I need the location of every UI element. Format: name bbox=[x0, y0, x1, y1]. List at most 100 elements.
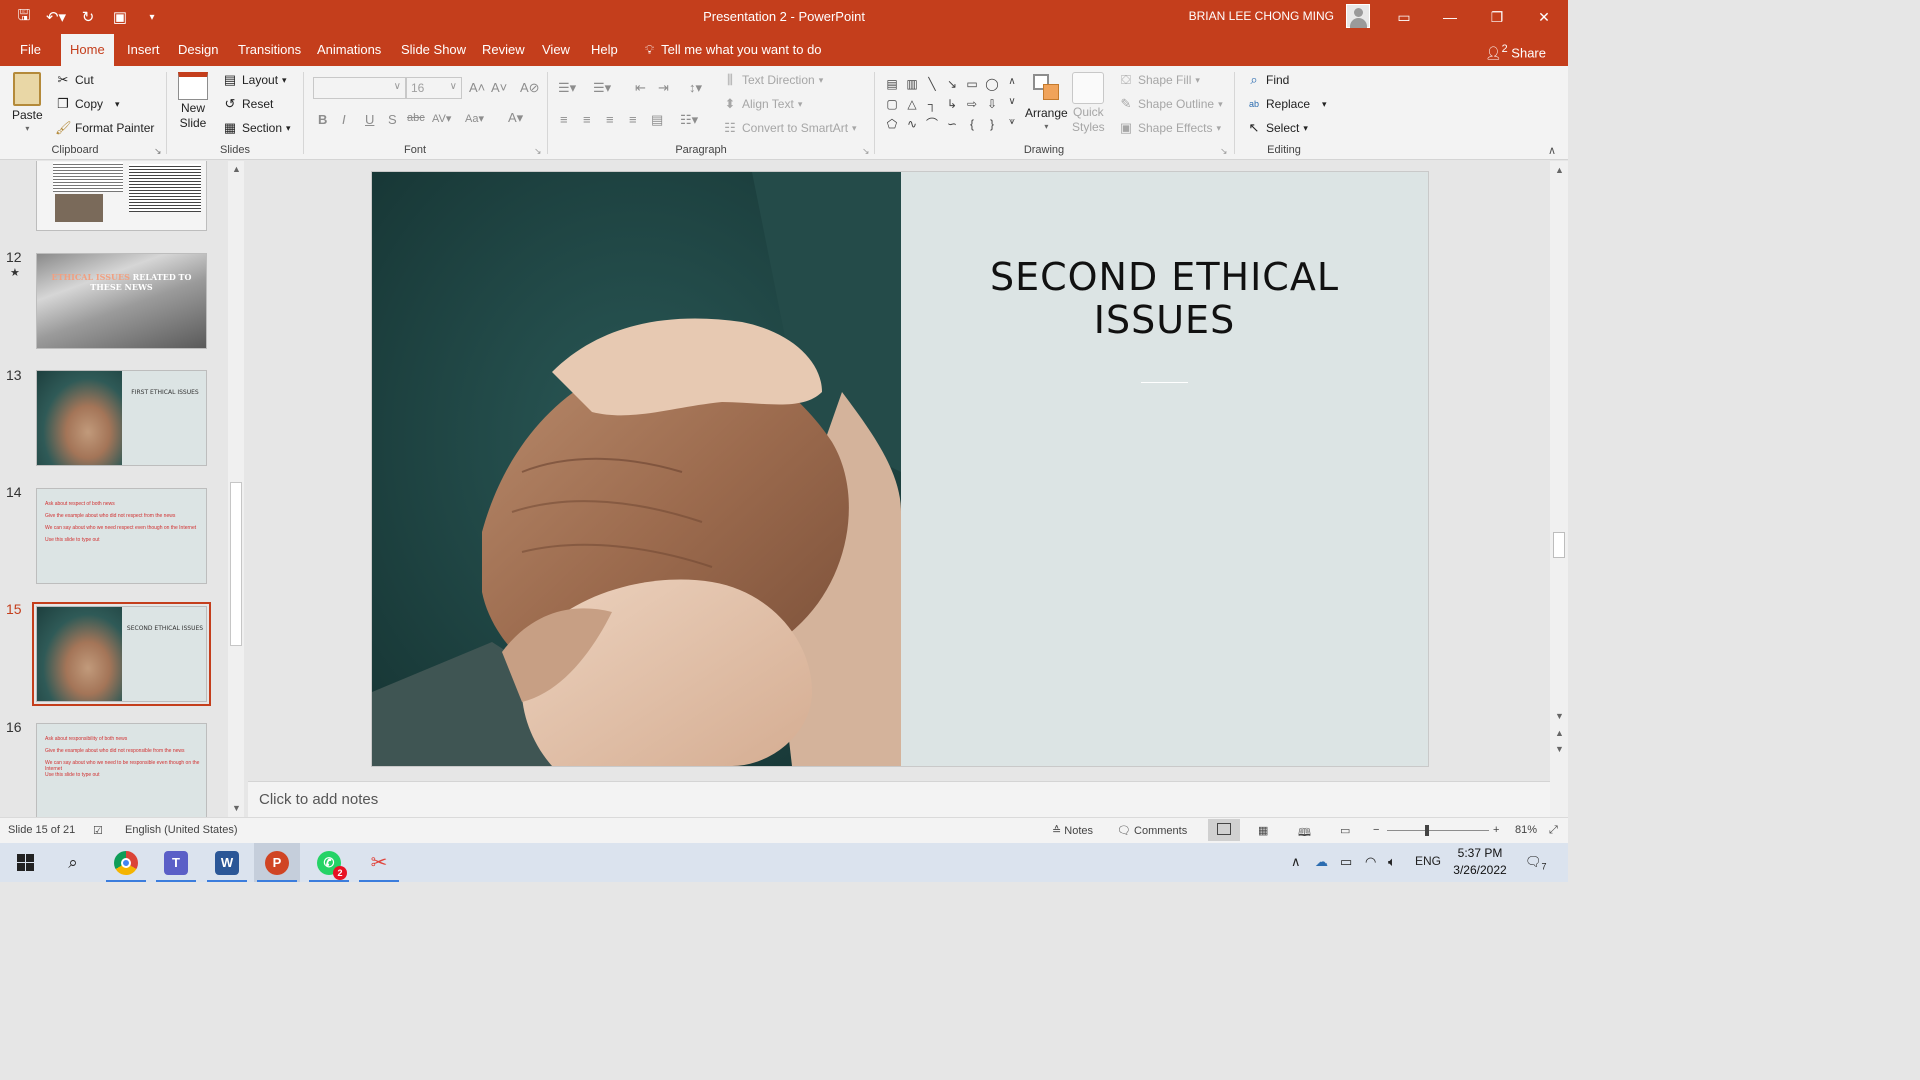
current-slide[interactable]: SECOND ETHICAL ISSUES bbox=[372, 172, 1428, 766]
bullets-icon[interactable]: ☰▾ bbox=[558, 80, 576, 96]
shape-outline-button[interactable]: ✎ Shape Outline ▾ bbox=[1118, 96, 1223, 112]
copy-button[interactable]: ❐ Copy ▾ bbox=[55, 96, 119, 112]
slide-thumbnail-11[interactable] bbox=[36, 161, 207, 231]
arrange-button[interactable]: Arrange ▾ bbox=[1025, 72, 1068, 131]
teams-icon[interactable]: T bbox=[153, 843, 199, 882]
zoom-in-icon[interactable]: + bbox=[1493, 824, 1499, 836]
share-button[interactable]: 👤︎2 Share bbox=[1485, 43, 1546, 61]
search-icon[interactable]: ⌕ bbox=[50, 843, 96, 882]
replace-button[interactable]: ab Replace ▾ bbox=[1246, 96, 1327, 112]
powerpoint-icon[interactable]: P bbox=[254, 843, 300, 882]
zoom-slider-thumb[interactable] bbox=[1425, 825, 1429, 836]
spell-check-icon[interactable]: ☑ bbox=[93, 824, 103, 837]
shape-fill-button[interactable]: ⛋ Shape Fill ▾ bbox=[1118, 72, 1200, 88]
text-direction-button[interactable]: ⫼ Text Direction ▾ bbox=[722, 72, 823, 88]
tab-insert[interactable]: Insert bbox=[118, 34, 169, 66]
font-color-icon[interactable]: A▾ bbox=[508, 110, 523, 126]
battery-icon[interactable]: ▭ bbox=[1340, 854, 1352, 870]
scrollbar-thumb[interactable] bbox=[230, 482, 242, 646]
start-from-beginning-icon[interactable]: ▣ bbox=[106, 6, 134, 28]
align-right-icon[interactable]: ≡ bbox=[606, 112, 614, 127]
elbow-arrow-icon[interactable]: ↳ bbox=[945, 98, 959, 110]
slide-thumbnail-13[interactable]: FIRST ETHICAL ISSUES bbox=[36, 370, 207, 466]
tab-slide-show[interactable]: Slide Show bbox=[392, 34, 475, 66]
whatsapp-icon[interactable]: ✆ 2 bbox=[306, 843, 352, 882]
zoom-out-icon[interactable]: − bbox=[1373, 824, 1379, 836]
normal-view-button[interactable] bbox=[1208, 819, 1240, 841]
clipboard-launcher-icon[interactable]: ↘ bbox=[154, 146, 162, 157]
minimize-button[interactable]: — bbox=[1427, 0, 1473, 34]
shape-effects-button[interactable]: ▣ Shape Effects ▾ bbox=[1118, 120, 1221, 136]
collapse-ribbon-icon[interactable]: ∧ bbox=[1548, 144, 1556, 157]
vertical-text-box-icon[interactable]: ▥ bbox=[905, 78, 919, 90]
right-arrow-icon[interactable]: ⇨ bbox=[965, 98, 979, 110]
change-case-icon[interactable]: Aa▾ bbox=[465, 112, 484, 125]
align-left-icon[interactable]: ≡ bbox=[560, 112, 568, 127]
font-launcher-icon[interactable]: ↘ bbox=[534, 146, 542, 157]
increase-font-size-icon[interactable]: A˄ bbox=[469, 80, 485, 95]
notification-center-icon[interactable]: 🗨︎7 bbox=[1525, 854, 1547, 872]
slide-show-icon[interactable]: ▭ bbox=[1340, 824, 1350, 837]
scroll-up-icon[interactable]: ▲ bbox=[1555, 165, 1564, 175]
strikethrough-icon[interactable]: abc bbox=[407, 112, 425, 124]
text-box-icon[interactable]: ▤ bbox=[885, 78, 899, 90]
scroll-down-icon[interactable]: ▼ bbox=[232, 803, 241, 813]
cut-button[interactable]: ✂ Cut bbox=[55, 72, 94, 88]
line-spacing-icon[interactable]: ↕▾ bbox=[689, 80, 702, 96]
next-slide-icon[interactable]: ▼ bbox=[1555, 744, 1564, 754]
new-slide-button[interactable]: New Slide bbox=[178, 72, 208, 130]
gallery-more-icon[interactable]: ⩛ bbox=[1005, 116, 1019, 128]
zoom-slider[interactable] bbox=[1387, 830, 1489, 831]
user-name[interactable]: BRIAN LEE CHONG MING bbox=[1189, 9, 1334, 23]
paragraph-launcher-icon[interactable]: ↘ bbox=[862, 146, 870, 157]
decrease-indent-icon[interactable]: ⇤ bbox=[635, 80, 646, 96]
onedrive-icon[interactable]: ☁ bbox=[1315, 854, 1328, 870]
paste-button[interactable]: Paste ▾ bbox=[12, 72, 43, 133]
undo-icon[interactable]: ↶▾ bbox=[42, 6, 70, 28]
chrome-icon[interactable] bbox=[103, 843, 149, 882]
find-button[interactable]: ⌕ Find bbox=[1246, 72, 1289, 88]
decrease-font-size-icon[interactable]: A˅ bbox=[491, 80, 507, 95]
restore-button[interactable]: ❐ bbox=[1474, 0, 1520, 34]
arc-icon[interactable]: ⌒ bbox=[925, 118, 939, 130]
line-icon[interactable]: ╲ bbox=[925, 78, 939, 90]
rounded-rectangle-icon[interactable]: ▢ bbox=[885, 98, 899, 110]
snipping-tool-icon[interactable]: ✂ bbox=[356, 843, 402, 882]
tab-animations[interactable]: Animations bbox=[308, 34, 390, 66]
tab-transitions[interactable]: Transitions bbox=[229, 34, 310, 66]
comments-toggle[interactable]: 🗨︎ Comments bbox=[1117, 824, 1187, 837]
tell-me-search[interactable]: 💡︎ Tell me what you want to do bbox=[636, 34, 831, 66]
reading-view-icon[interactable]: 🕮︎ bbox=[1298, 824, 1311, 843]
layout-button[interactable]: ▤ Layout ▾ bbox=[222, 72, 287, 88]
close-button[interactable]: ✕ bbox=[1521, 0, 1567, 34]
oval-icon[interactable]: ◯ bbox=[985, 78, 999, 90]
increase-indent-icon[interactable]: ⇥ bbox=[658, 80, 669, 96]
justify-icon[interactable]: ≡ bbox=[629, 112, 637, 127]
scroll-up-icon[interactable]: ▲ bbox=[232, 164, 241, 174]
ribbon-display-options-icon[interactable]: ▭ bbox=[1381, 0, 1427, 34]
taskbar-clock[interactable]: 5:37 PM 3/26/2022 bbox=[1445, 845, 1515, 879]
input-language[interactable]: ENG bbox=[1415, 854, 1441, 868]
tab-view[interactable]: View bbox=[533, 34, 579, 66]
triangle-icon[interactable]: △ bbox=[905, 98, 919, 110]
windows-start-icon[interactable] bbox=[2, 843, 48, 882]
scribble-icon[interactable]: ∿ bbox=[905, 118, 919, 130]
slide-sorter-icon[interactable]: ▦ bbox=[1258, 824, 1268, 837]
elbow-connector-icon[interactable]: ┐ bbox=[925, 98, 939, 110]
distributed-icon[interactable]: ▤ bbox=[651, 112, 663, 128]
text-shadow-icon[interactable]: S bbox=[388, 112, 397, 127]
freeform-icon[interactable]: ⬠ bbox=[885, 118, 899, 130]
rectangle-icon[interactable]: ▭ bbox=[965, 78, 979, 90]
reset-button[interactable]: ↺ Reset bbox=[222, 96, 274, 112]
slide-thumbnail-14[interactable]: Ask about respect of both news Give the … bbox=[36, 488, 207, 584]
clear-formatting-icon[interactable]: A⊘ bbox=[520, 80, 540, 96]
bold-icon[interactable]: B bbox=[318, 112, 327, 127]
arrow-line-icon[interactable]: ↘ bbox=[945, 78, 959, 90]
section-button[interactable]: ▦ Section ▾ bbox=[222, 120, 291, 136]
numbering-icon[interactable]: ☰▾ bbox=[593, 80, 611, 96]
left-brace-icon[interactable]: { bbox=[965, 118, 979, 130]
hands-photo[interactable] bbox=[372, 172, 901, 766]
notes-toggle[interactable]: ≙ Notes bbox=[1052, 824, 1093, 837]
volume-icon[interactable]: 🔈︎ bbox=[1388, 854, 1396, 870]
customize-qat-icon[interactable]: ▾ bbox=[138, 6, 166, 28]
